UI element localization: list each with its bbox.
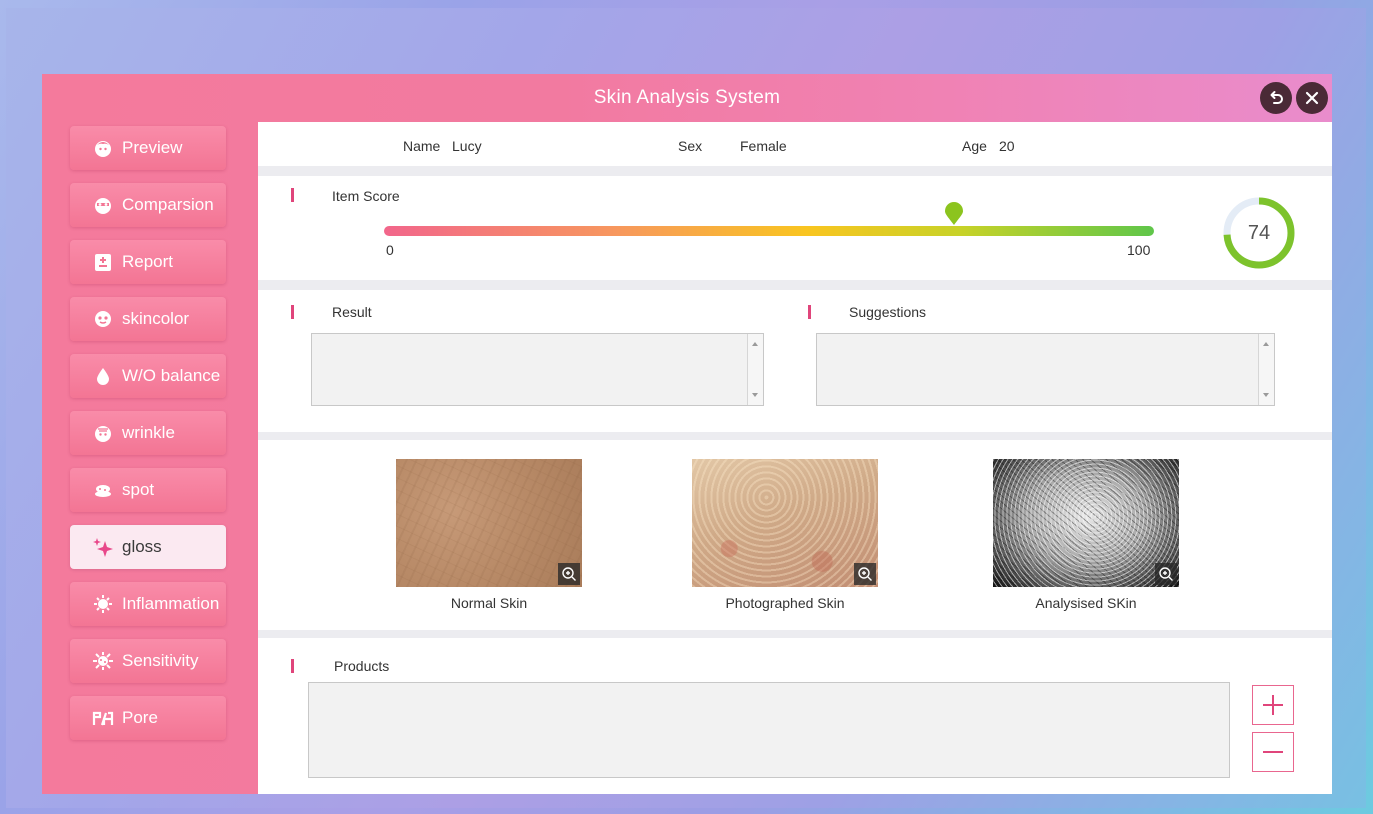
zoom-in-icon: [562, 567, 576, 581]
sensitivity-icon: [92, 650, 114, 672]
score-value: 74: [1247, 221, 1271, 244]
sidebar-item-label: Pore: [122, 708, 158, 727]
name-label: Name: [403, 138, 441, 154]
sidebar-item-inflammation[interactable]: Inflammation: [70, 582, 226, 626]
minus-icon: [1263, 751, 1283, 753]
gauge-min-label: 0: [386, 242, 394, 258]
section-marker: [808, 305, 811, 319]
close-button[interactable]: [1296, 82, 1328, 114]
sidebar-item-label: Inflammation: [122, 594, 220, 613]
sidebar-item-label: wrinkle: [122, 423, 175, 442]
virus-icon: [92, 593, 114, 615]
plus-icon: [1263, 695, 1283, 715]
zoom-button[interactable]: [854, 563, 876, 585]
sparkle-icon: [92, 536, 114, 558]
sidebar-item-label: gloss: [122, 537, 162, 556]
sidebar-item-wrinkle[interactable]: wrinkle: [70, 411, 226, 455]
section-marker: [291, 305, 294, 319]
sidebar-item-skincolor[interactable]: skincolor: [70, 297, 226, 341]
sidebar-item-label: Preview: [122, 138, 183, 157]
zoom-in-icon: [858, 567, 872, 581]
item-score-panel: Item Score 0 100 74: [258, 176, 1332, 280]
products-textbox[interactable]: [308, 682, 1230, 778]
zoom-button[interactable]: [1155, 563, 1177, 585]
sidebar-item-spot[interactable]: spot: [70, 468, 226, 512]
score-marker-icon: [944, 202, 963, 225]
skin-images-panel: Normal Skin Photographed Skin Analysised…: [258, 440, 1332, 630]
water-drop-icon: [92, 365, 114, 387]
report-icon: [92, 251, 114, 273]
sex-value: Female: [740, 138, 787, 154]
score-ring: 74: [1222, 196, 1296, 270]
scroll-up-icon[interactable]: [1263, 342, 1269, 346]
image-card-photographed: Photographed Skin: [692, 459, 878, 611]
wrinkle-face-icon: [92, 422, 114, 444]
remove-product-button[interactable]: [1252, 732, 1294, 772]
sidebar-item-comparsion[interactable]: Comparsion: [70, 183, 226, 227]
sidebar-item-wo-balance[interactable]: W/O balance: [70, 354, 226, 398]
sidebar-item-label: Sensitivity: [122, 651, 199, 670]
sidebar-item-label: Report: [122, 252, 174, 271]
result-title: Result: [332, 304, 372, 320]
normal-skin-image[interactable]: [396, 459, 582, 587]
suggestions-textbox[interactable]: [816, 333, 1275, 406]
back-button[interactable]: [1260, 82, 1292, 114]
result-scrollbar[interactable]: [747, 334, 763, 405]
close-icon: [1305, 91, 1319, 105]
sidebar-item-label: spot: [122, 480, 155, 499]
section-marker: [291, 659, 294, 673]
app-title: Skin Analysis System: [593, 87, 781, 108]
suggestions-title: Suggestions: [849, 304, 927, 320]
result-textbox[interactable]: [311, 333, 764, 406]
age-value: 20: [999, 138, 1015, 154]
section-marker: [291, 188, 294, 202]
sex-label: Sex: [678, 138, 703, 154]
products-title: Products: [334, 658, 390, 674]
sidebar-item-label: Comparsion: [122, 195, 214, 214]
app-window: Skin Analysis System Preview Comparsion …: [42, 74, 1332, 794]
title-bar: Skin Analysis System: [42, 74, 1332, 122]
products-panel: Products: [258, 638, 1332, 794]
sidebar-item-label: skincolor: [122, 309, 190, 328]
name-value: Lucy: [452, 138, 482, 154]
suggestions-scrollbar[interactable]: [1258, 334, 1274, 405]
back-arrow-icon: [1270, 91, 1283, 104]
add-product-button[interactable]: [1252, 685, 1294, 725]
main-content: Name Lucy Sex Female Age 20 Item Score 0…: [258, 122, 1332, 794]
analysed-skin-image[interactable]: [993, 459, 1179, 587]
image-card-normal: Normal Skin: [396, 459, 582, 611]
age-label: Age: [962, 138, 987, 154]
scroll-up-icon[interactable]: [752, 342, 758, 346]
image-caption: Photographed Skin: [725, 595, 845, 611]
sidebar-item-sensitivity[interactable]: Sensitivity: [70, 639, 226, 683]
patient-info-panel: Name Lucy Sex Female Age 20: [258, 122, 1332, 166]
pore-icon: [92, 707, 114, 729]
zoom-button[interactable]: [558, 563, 580, 585]
face-compare-icon: [92, 194, 114, 216]
score-gauge-bar: [384, 226, 1154, 236]
item-score-title: Item Score: [332, 188, 400, 204]
scroll-down-icon[interactable]: [1263, 393, 1269, 397]
image-caption: Normal Skin: [450, 595, 528, 611]
sidebar-item-report[interactable]: Report: [70, 240, 226, 284]
sidebar-item-pore[interactable]: Pore: [70, 696, 226, 740]
scroll-down-icon[interactable]: [752, 393, 758, 397]
spot-icon: [92, 479, 114, 501]
image-caption: Analysised SKin: [1035, 595, 1137, 611]
sidebar-item-label: W/O balance: [122, 366, 221, 385]
face-icon: [92, 137, 114, 159]
image-card-analysed: Analysised SKin: [993, 459, 1179, 611]
face-mask-icon: [92, 308, 114, 330]
photographed-skin-image[interactable]: [692, 459, 878, 587]
sidebar-item-gloss[interactable]: gloss: [70, 525, 226, 569]
gauge-max-label: 100: [1127, 242, 1151, 258]
result-suggestions-panel: Result Suggestions: [258, 290, 1332, 432]
zoom-in-icon: [1159, 567, 1173, 581]
sidebar-item-preview[interactable]: Preview: [70, 126, 226, 170]
window-controls: [1260, 82, 1328, 114]
